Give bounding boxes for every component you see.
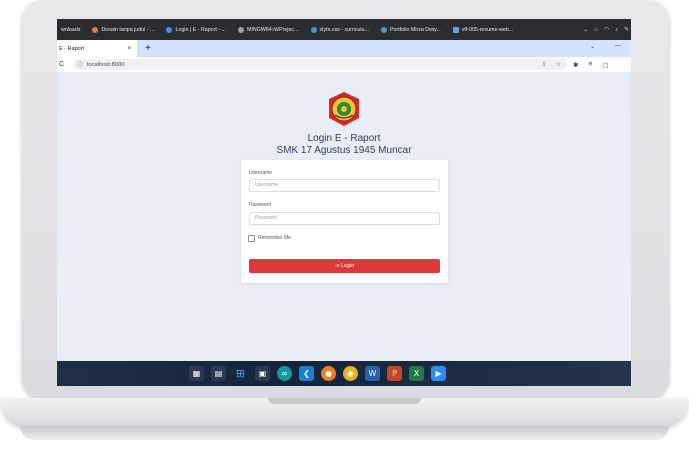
tab-title: E - Raport xyxy=(59,45,85,52)
bookmarks-bar: wnloads Desain tanpa judul - ... Login |… xyxy=(57,19,631,40)
sidepanel-icon[interactable]: ▢ xyxy=(602,61,608,69)
vscode-icon xyxy=(452,26,459,33)
task-view-icon[interactable]: ▦ xyxy=(189,366,204,381)
window-controls: ⌄ — xyxy=(590,43,621,50)
password-input[interactable]: Password xyxy=(249,212,440,225)
pen-icon[interactable]: ✎ xyxy=(624,26,629,33)
bookmark-stylecss[interactable]: style.css - curriculu... xyxy=(310,26,369,33)
terminal-icon xyxy=(237,26,244,33)
bookmark-portfolio[interactable]: Portfolio Mirza Dwiy... xyxy=(380,26,441,33)
excel-icon[interactable]: X xyxy=(409,366,424,381)
minimize-icon[interactable]: — xyxy=(615,43,621,50)
page-title: Login E - Raport xyxy=(307,133,381,144)
bookmark-label: Desain tanpa judul - ... xyxy=(101,26,155,33)
word-icon[interactable]: W xyxy=(365,366,380,381)
globe-icon xyxy=(380,26,387,33)
page-content: Login E - Raport SMK 17 Agustus 1945 Mun… xyxy=(57,72,631,361)
windows-start-icon[interactable]: ⊞ xyxy=(233,366,248,381)
login-button-label: Login xyxy=(340,263,355,269)
vscode-icon xyxy=(310,26,317,33)
bookmark-label: Portfolio Mirza Dwiy... xyxy=(389,26,441,33)
bookmark-label: MINGW64:/d/Projec... xyxy=(246,26,299,33)
password-label: Password xyxy=(249,202,271,208)
reload-icon[interactable]: C xyxy=(59,61,69,68)
chrome-icon[interactable]: ◉ xyxy=(343,366,358,381)
laptop-screen: wnloads Desain tanpa judul - ... Login |… xyxy=(57,19,631,386)
powerpoint-icon[interactable]: P xyxy=(387,366,402,381)
school-logo-icon xyxy=(329,92,359,126)
login-card: Username Username Password Password Reme… xyxy=(241,160,448,283)
chevron-down-icon[interactable]: ⌄ xyxy=(590,43,595,50)
widgets-icon[interactable]: ▤ xyxy=(211,366,226,381)
taskbar: ▦ ▤ ⊞ ▣ ∞ ❮ ● ◉ W P X ▶ xyxy=(57,361,631,386)
remember-me-label[interactable]: Remember Me xyxy=(258,235,291,242)
tab-eraport[interactable]: E - Raport × xyxy=(57,40,137,57)
address-bar[interactable]: ⓘ localhost:8000 ⇪ ☆ xyxy=(73,59,567,70)
login-button[interactable]: ⇥ Login xyxy=(249,259,440,273)
sign-in-icon: ⇥ xyxy=(334,263,340,269)
info-icon[interactable]: ⓘ xyxy=(77,60,83,69)
extensions-area: ✱ ≡ ▢ xyxy=(573,61,608,69)
star-icon[interactable]: ☆ xyxy=(556,61,561,68)
bookmark-downloads[interactable]: wnloads xyxy=(61,27,80,33)
volume-icon[interactable]: ♪ xyxy=(615,27,618,33)
system-tray: ⌄ ⌂ ◠ ♪ ✎ xyxy=(583,19,629,40)
bookmark-label: wnloads xyxy=(61,26,81,33)
tab-strip: E - Raport × + ⌄ — xyxy=(57,40,631,57)
canva-icon xyxy=(92,26,99,33)
file-explorer-icon[interactable]: ▣ xyxy=(255,366,270,381)
page-subtitle: SMK 17 Agustus 1945 Muncar xyxy=(276,145,412,156)
bookmark-label: vtf-005-resume-web... xyxy=(461,26,514,33)
extensions-icon[interactable]: ✱ xyxy=(573,61,578,69)
bookmark-login-eraport[interactable]: Login | E - Raport - ... xyxy=(166,26,226,33)
close-icon[interactable]: × xyxy=(127,46,131,52)
reading-list-icon[interactable]: ≡ xyxy=(588,61,592,69)
url-text[interactable]: localhost:8000 xyxy=(87,62,124,68)
remember-me-checkbox[interactable] xyxy=(248,235,255,242)
address-row: C ⓘ localhost:8000 ⇪ ☆ ✱ ≡ ▢ xyxy=(57,57,631,73)
username-label: Username xyxy=(249,170,273,176)
laptop-base-shadow xyxy=(20,426,669,440)
vscode-icon[interactable]: ❮ xyxy=(299,366,314,381)
bookmark-mingw64[interactable]: MINGW64:/d/Projec... xyxy=(237,26,299,33)
bookmark-vtf[interactable]: vtf-005-resume-web... xyxy=(452,26,514,33)
share-icon[interactable]: ⇪ xyxy=(542,61,547,68)
bookmark-label: style.css - curriculu... xyxy=(319,26,369,33)
chrome-icon xyxy=(166,26,173,33)
bookmark-label: Login | E - Raport - ... xyxy=(175,26,226,33)
zoom-icon[interactable]: ▶ xyxy=(431,366,446,381)
firefox-icon[interactable]: ● xyxy=(321,366,336,381)
wifi-icon[interactable]: ◠ xyxy=(604,26,609,33)
arduino-icon[interactable]: ∞ xyxy=(277,366,292,381)
network-icon[interactable]: ⌂ xyxy=(594,27,598,33)
new-tab-button[interactable]: + xyxy=(145,43,151,54)
bookmark-desain[interactable]: Desain tanpa judul - ... xyxy=(92,26,155,33)
taskbar-icons: ▦ ▤ ⊞ ▣ ∞ ❮ ● ◉ W P X ▶ xyxy=(189,366,446,381)
chevron-down-icon[interactable]: ⌄ xyxy=(583,26,588,33)
laptop-notch xyxy=(268,398,421,404)
username-input[interactable]: Username xyxy=(249,179,440,192)
